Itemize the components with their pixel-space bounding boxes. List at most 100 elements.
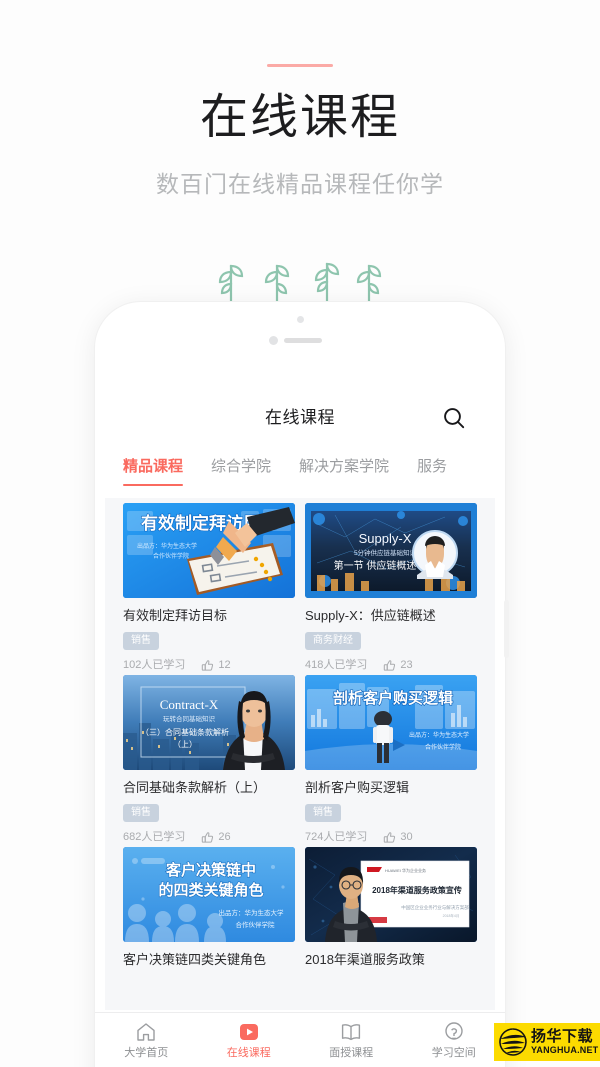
course-thumbnail[interactable]: Contract-X 玩转合同基础知识 （三）合同基础条款解析 （上） — [123, 675, 295, 770]
svg-text:Supply-X: Supply-X — [359, 531, 412, 546]
nav-item-study-space[interactable]: 学习空间 — [403, 1021, 506, 1060]
course-card[interactable]: HUAWEI 华为企业业务 2018年渠道服务政策宣传 中国区企业业务行业与解决… — [305, 847, 477, 969]
course-list-scroll[interactable]: 有效制定拜访目标 出品方：华为生态大学 合作伙伴学院 有效制定拜访目标 销售 1… — [105, 498, 495, 1010]
sprout-icon — [356, 264, 382, 306]
course-thumbnail[interactable]: 剖析客户购买逻辑 出品方：华为生态大学 合作伙伴学院 — [305, 675, 477, 770]
svg-text:合作伙伴学院: 合作伙伴学院 — [425, 743, 461, 751]
thumbnail-photo-city-night: Supply-X 5分钟供应链基础知识 第一节 供应链概述 — [305, 503, 477, 598]
thumbs-up-icon — [202, 832, 214, 843]
phone-side-button — [504, 600, 509, 658]
page-root: 在线课程 数百门在线精品课程任你学 在线课程 精品课程 综合学院 解决方案学院 … — [0, 0, 600, 1067]
nav-label-online-course: 在线课程 — [226, 1046, 271, 1059]
svg-text:出品方：华为生态大学: 出品方：华为生态大学 — [137, 542, 197, 550]
nav-item-offline-course[interactable]: 面授课程 — [300, 1021, 403, 1060]
course-title[interactable]: 剖析客户购买逻辑 — [305, 779, 477, 797]
course-meta: 418人已学习 23 — [305, 658, 477, 673]
course-thumbnail[interactable]: Supply-X 5分钟供应链基础知识 第一节 供应链概述 — [305, 503, 477, 598]
search-icon[interactable] — [441, 405, 467, 431]
course-learners: 418人已学习 — [305, 659, 368, 671]
course-likes: 12 — [201, 658, 231, 673]
course-thumbnail[interactable]: 客户决策链中 的四类关键角色 出品方：华为生态大学 合作伙伴学院 — [123, 847, 295, 942]
phone-speaker-grille — [284, 338, 322, 343]
course-card[interactable]: 客户决策链中 的四类关键角色 出品方：华为生态大学 合作伙伴学院 客户决策链四类… — [123, 847, 295, 969]
course-likes: 30 — [383, 830, 413, 845]
course-tag: 销售 — [123, 804, 159, 822]
svg-text:的四类关键角色: 的四类关键角色 — [158, 881, 263, 899]
play-icon — [239, 1023, 258, 1040]
page-title: 在线课程 — [199, 91, 400, 144]
watermark-text: 扬华下载 YANGHUA.NET — [531, 1027, 599, 1056]
thumbnail-photo-presenter-man: HUAWEI 华为企业业务 2018年渠道服务政策宣传 中国区企业业务行业与解决… — [305, 847, 477, 942]
course-card[interactable]: Contract-X 玩转合同基础知识 （三）合同基础条款解析 （上） 合同基础… — [123, 675, 295, 845]
course-title[interactable]: 合同基础条款解析（上） — [123, 779, 295, 797]
course-meta: 102人已学习 12 — [123, 658, 295, 673]
svg-text:5分钟供应链基础知识: 5分钟供应链基础知识 — [354, 548, 417, 557]
phone-front-camera-icon — [297, 316, 304, 323]
course-title[interactable]: 2018年渠道服务政策 — [305, 951, 477, 969]
course-thumbnail[interactable]: HUAWEI 华为企业业务 2018年渠道服务政策宣传 中国区企业业务行业与解决… — [305, 847, 477, 942]
sprout-decoration-group — [214, 248, 386, 306]
svg-text:中国区企业业务行业与解决方案部: 中国区企业业务行业与解决方案部 — [401, 904, 469, 911]
svg-text:出品方：华为生态大学: 出品方：华为生态大学 — [409, 731, 469, 739]
tab-jingpin[interactable]: 精品课程 — [123, 456, 184, 486]
svg-text:2018年渠道服务政策宣传: 2018年渠道服务政策宣传 — [372, 885, 462, 895]
course-card[interactable]: 有效制定拜访目标 出品方：华为生态大学 合作伙伴学院 有效制定拜访目标 销售 1… — [123, 503, 295, 673]
svg-text:（三）合同基础条款解析: （三）合同基础条款解析 — [141, 727, 229, 737]
tab-zonghe[interactable]: 综合学院 — [211, 456, 271, 478]
svg-text:第一节 供应链概述: 第一节 供应链概述 — [334, 559, 417, 572]
course-likes-count: 26 — [218, 831, 231, 843]
thumbnail-illustration-clipboard: 有效制定拜访目标 出品方：华为生态大学 合作伙伴学院 — [123, 503, 295, 598]
svg-text:出品方：华为生态大学: 出品方：华为生态大学 — [219, 908, 285, 917]
thumbnail-illustration-screens: 剖析客户购买逻辑 出品方：华为生态大学 合作伙伴学院 — [305, 675, 477, 770]
course-title[interactable]: Supply-X：供应链概述 — [305, 607, 477, 625]
course-tag: 销售 — [305, 804, 341, 822]
page-subtitle: 数百门在线精品课程任你学 — [156, 171, 444, 197]
nav-label-home: 大学首页 — [124, 1046, 169, 1059]
sprout-icon — [218, 264, 244, 306]
course-learners: 102人已学习 — [123, 659, 186, 671]
nav-item-online-course[interactable]: 在线课程 — [198, 1021, 301, 1060]
watermark-cn: 扬华下载 — [531, 1027, 594, 1045]
svg-text:合作伙伴学院: 合作伙伴学院 — [236, 920, 276, 929]
bulb-icon — [445, 1021, 463, 1040]
course-likes-count: 12 — [218, 659, 231, 671]
nav-label-offline-course: 面授课程 — [329, 1046, 374, 1059]
course-learners: 724人已学习 — [305, 831, 368, 843]
watermark-en: YANGHUA.NET — [531, 1044, 599, 1055]
course-likes: 23 — [383, 658, 413, 673]
nav-item-home[interactable]: 大学首页 — [95, 1021, 198, 1060]
svg-text:合作伙伴学院: 合作伙伴学院 — [153, 552, 189, 560]
course-meta: 724人已学习 30 — [305, 830, 477, 845]
globe-swoosh-icon — [499, 1028, 527, 1056]
svg-text:HUAWEI 华为企业业务: HUAWEI 华为企业业务 — [385, 867, 426, 873]
course-likes-count: 23 — [400, 659, 413, 671]
svg-text:玩转合同基础知识: 玩转合同基础知识 — [163, 714, 216, 723]
course-learners: 682人已学习 — [123, 831, 186, 843]
svg-text:Contract-X: Contract-X — [160, 697, 219, 712]
course-title[interactable]: 客户决策链四类关键角色 — [123, 951, 295, 969]
tab-fuwu[interactable]: 服务 — [417, 456, 447, 478]
phone-sensor-icon — [269, 336, 278, 345]
sprout-icon — [264, 264, 290, 306]
bottom-navigation[interactable]: 大学首页 在线课程 面授课程 学习空间 — [95, 1012, 505, 1067]
svg-text:客户决策链中: 客户决策链中 — [165, 861, 256, 879]
course-tag: 销售 — [123, 632, 159, 650]
svg-text:2018年4月: 2018年4月 — [443, 913, 460, 918]
home-icon — [137, 1022, 155, 1041]
course-likes: 26 — [201, 830, 231, 845]
thumbnail-photo-presenter-woman: Contract-X 玩转合同基础知识 （三）合同基础条款解析 （上） — [123, 675, 295, 770]
course-card[interactable]: 剖析客户购买逻辑 出品方：华为生态大学 合作伙伴学院 剖析客户购买逻辑 销售 7… — [305, 675, 477, 845]
thumbs-up-icon — [384, 660, 396, 671]
course-meta: 682人已学习 26 — [123, 830, 295, 845]
title-rule — [267, 64, 333, 67]
course-thumbnail[interactable]: 有效制定拜访目标 出品方：华为生态大学 合作伙伴学院 — [123, 503, 295, 598]
tab-jiejuefangan[interactable]: 解决方案学院 — [299, 456, 389, 478]
course-title[interactable]: 有效制定拜访目标 — [123, 607, 295, 625]
course-card[interactable]: Supply-X 5分钟供应链基础知识 第一节 供应链概述 Supply-X：供… — [305, 503, 477, 673]
svg-text:剖析客户购买逻辑: 剖析客户购买逻辑 — [333, 689, 453, 707]
thumbs-up-icon — [202, 660, 214, 671]
category-tabs[interactable]: 精品课程 综合学院 解决方案学院 服务 — [95, 456, 505, 492]
course-tag: 商务财经 — [305, 632, 361, 650]
thumbnail-illustration-people: 客户决策链中 的四类关键角色 出品方：华为生态大学 合作伙伴学院 — [123, 847, 295, 942]
thumbs-up-icon — [384, 832, 396, 843]
